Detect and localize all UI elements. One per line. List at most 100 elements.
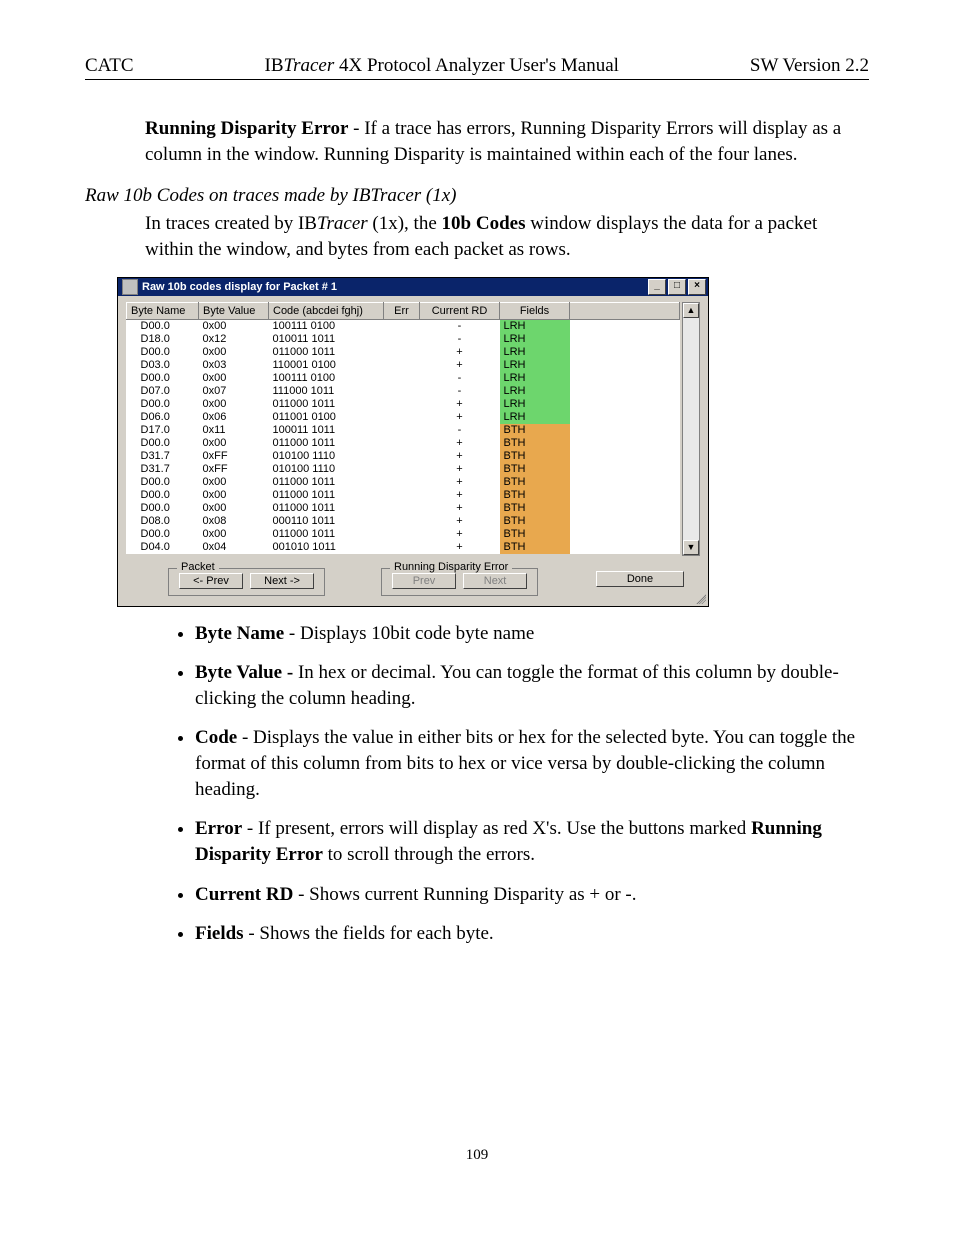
titlebar[interactable]: Raw 10b codes display for Packet # 1 _ □… [118,278,708,296]
table-row[interactable]: D31.70xFF010100 1110+BTH [127,463,680,476]
col-byte-name[interactable]: Byte Name [127,302,199,319]
cell-byte-value: 0xFF [199,450,269,463]
cell-filler [570,398,680,411]
packet-prev-button[interactable]: <- Prev [179,573,243,589]
rde-prev-button[interactable]: Prev [392,573,456,589]
packet-next-button[interactable]: Next -> [250,573,314,589]
resize-grip-icon[interactable] [694,592,706,604]
cell-byte-value: 0x08 [199,515,269,528]
cell-code: 011000 1011 [269,437,384,450]
cell-byte-value: 0x00 [199,398,269,411]
header-left: CATC [85,55,154,77]
table-row[interactable]: D18.00x12010011 1011-LRH [127,333,680,346]
table-row[interactable]: D00.00x00011000 1011+LRH [127,398,680,411]
cell-current-rd: - [420,424,500,437]
table-row[interactable]: D00.00x00011000 1011+BTH [127,476,680,489]
table-row[interactable]: D06.00x06011001 0100+LRH [127,411,680,424]
table-row[interactable]: D00.00x00011000 1011+BTH [127,489,680,502]
cell-current-rd: + [420,463,500,476]
cell-current-rd: - [420,333,500,346]
cell-byte-value: 0x00 [199,489,269,502]
window-raw10b: Raw 10b codes display for Packet # 1 _ □… [117,277,709,607]
cell-current-rd: + [420,489,500,502]
list-item: Code - Displays the value in either bits… [195,725,869,802]
cell-fields: BTH [500,489,570,502]
table-row[interactable]: D00.00x00011000 1011+BTH [127,528,680,541]
cell-err [384,450,420,463]
cell-byte-value: 0x00 [199,476,269,489]
table-row[interactable]: D00.00x00011000 1011+BTH [127,502,680,515]
table-row[interactable]: D00.00x00100111 0100-LRH [127,319,680,333]
packet-group: Packet <- Prev Next -> [168,568,325,596]
scroll-up-icon[interactable]: ▲ [683,303,699,318]
minimize-button[interactable]: _ [648,279,666,295]
cell-byte-name: D17.0 [127,424,199,437]
cell-byte-name: D08.0 [127,515,199,528]
list-item: Byte Name - Displays 10bit code byte nam… [195,621,869,647]
cell-filler [570,502,680,515]
cell-code: 100111 0100 [269,319,384,333]
scroll-down-icon[interactable]: ▼ [683,540,699,555]
table-row[interactable]: D00.00x00011000 1011+LRH [127,346,680,359]
cell-filler [570,437,680,450]
cell-byte-value: 0x00 [199,502,269,515]
cell-code: 011000 1011 [269,528,384,541]
cell-code: 000110 1011 [269,515,384,528]
table-row[interactable]: D31.70xFF010100 1110+BTH [127,450,680,463]
cell-filler [570,333,680,346]
cell-byte-value: 0x07 [199,385,269,398]
cell-filler [570,424,680,437]
table-row[interactable]: D08.00x08000110 1011+BTH [127,515,680,528]
col-err[interactable]: Err [384,302,420,319]
done-button[interactable]: Done [596,571,684,587]
table-wrap: Byte Name Byte Value Code (abcdei fghj) … [126,302,700,554]
table-row[interactable]: D17.00x11100011 1011-BTH [127,424,680,437]
cell-err [384,372,420,385]
header-right: SW Version 2.2 [730,55,869,77]
table-row[interactable]: D07.00x07111000 1011-LRH [127,385,680,398]
cell-current-rd: + [420,359,500,372]
vertical-scrollbar[interactable]: ▲ ▼ [682,302,700,556]
cell-byte-value: 0x04 [199,541,269,554]
col-byte-value[interactable]: Byte Value [199,302,269,319]
header-center: IBTracer 4X Protocol Analyzer User's Man… [154,55,730,77]
cell-byte-name: D06.0 [127,411,199,424]
button-row: Packet <- Prev Next -> Running Disparity… [118,558,708,606]
cell-fields: LRH [500,385,570,398]
cell-code: 100011 1011 [269,424,384,437]
cell-err [384,515,420,528]
cell-err [384,424,420,437]
cell-fields: LRH [500,372,570,385]
page-header: CATC IBTracer 4X Protocol Analyzer User'… [85,55,869,80]
cell-byte-value: 0x00 [199,372,269,385]
cell-code: 010100 1110 [269,463,384,476]
cell-byte-name: D07.0 [127,385,199,398]
subheading-raw10b: Raw 10b Codes on traces made by IBTracer… [85,185,869,207]
cell-code: 010011 1011 [269,333,384,346]
cell-current-rd: + [420,450,500,463]
cell-err [384,528,420,541]
cell-byte-name: D04.0 [127,541,199,554]
cell-byte-name: D00.0 [127,346,199,359]
table-row[interactable]: D00.00x00011000 1011+BTH [127,437,680,450]
cell-fields: LRH [500,346,570,359]
col-current-rd[interactable]: Current RD [420,302,500,319]
cell-byte-name: D00.0 [127,398,199,411]
cell-byte-name: D00.0 [127,528,199,541]
col-code[interactable]: Code (abcdei fghj) [269,302,384,319]
cell-byte-value: 0x12 [199,333,269,346]
cell-current-rd: + [420,476,500,489]
table-row[interactable]: D04.00x04001010 1011+BTH [127,541,680,554]
cell-current-rd: + [420,541,500,554]
table-row[interactable]: D03.00x03110001 0100+LRH [127,359,680,372]
cell-filler [570,463,680,476]
col-fields[interactable]: Fields [500,302,570,319]
rde-next-button[interactable]: Next [463,573,527,589]
table-row[interactable]: D00.00x00100111 0100-LRH [127,372,680,385]
cell-fields: BTH [500,528,570,541]
close-button[interactable]: × [688,279,706,295]
maximize-button[interactable]: □ [668,279,686,295]
cell-byte-value: 0xFF [199,463,269,476]
cell-err [384,489,420,502]
cell-current-rd: - [420,385,500,398]
